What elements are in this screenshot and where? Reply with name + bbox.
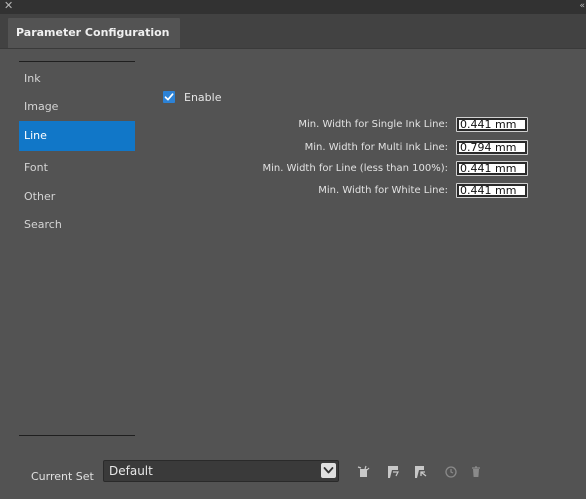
white-line-width-input[interactable]	[456, 182, 528, 198]
panel-titlebar: ✕ «	[0, 0, 586, 14]
new-set-icon[interactable]	[357, 464, 371, 478]
single-ink-line-label: Min. Width for Single Ink Line:	[298, 118, 448, 130]
tab-parameter-configuration[interactable]: Parameter Configuration	[8, 18, 180, 48]
param-row-white-line: Min. Width for White Line:	[318, 182, 528, 198]
sidebar-item-image[interactable]: Image	[19, 92, 135, 122]
reset-set-icon[interactable]	[444, 464, 458, 478]
save-as-set-icon[interactable]	[413, 464, 427, 478]
param-row-single-ink: Min. Width for Single Ink Line:	[298, 116, 528, 132]
sidebar-item-other[interactable]: Other	[19, 182, 135, 212]
white-line-label: Min. Width for White Line:	[318, 184, 448, 196]
sidebar-item-font[interactable]: Font	[19, 153, 135, 183]
current-set-label: Current Set	[31, 470, 94, 483]
sidebar-item-line[interactable]: Line	[19, 121, 135, 151]
single-ink-line-width-input[interactable]	[456, 116, 528, 132]
param-row-line-less-100: Min. Width for Line (less than 100%):	[263, 160, 528, 176]
sidebar-bottom-divider	[19, 435, 135, 436]
collapse-panel-icon[interactable]: «	[579, 0, 584, 12]
line-less-than-100-width-input[interactable]	[456, 160, 528, 176]
enable-checkbox[interactable]	[163, 91, 175, 103]
sidebar-top-divider	[19, 61, 135, 62]
panel-tabstrip: Parameter Configuration	[0, 14, 586, 49]
sidebar-item-ink[interactable]: Ink	[19, 64, 135, 94]
parameter-configuration-window: ✕ « Parameter Configuration Ink Image Li…	[0, 0, 586, 499]
checkmark-icon	[164, 93, 174, 101]
enable-row[interactable]: Enable	[163, 89, 221, 105]
sidebar-item-search[interactable]: Search	[19, 210, 135, 240]
delete-set-icon[interactable]	[469, 464, 483, 478]
close-icon[interactable]: ✕	[4, 0, 13, 12]
current-set-select[interactable]: Default	[103, 460, 339, 482]
save-set-icon[interactable]	[386, 464, 400, 478]
line-less-than-100-label: Min. Width for Line (less than 100%):	[262, 162, 448, 174]
enable-label: Enable	[184, 90, 222, 104]
current-set-value: Default	[109, 464, 153, 478]
param-row-multi-ink: Min. Width for Multi Ink Line:	[305, 139, 528, 155]
multi-ink-line-width-input[interactable]	[456, 139, 528, 155]
chevron-down-icon[interactable]	[321, 463, 336, 478]
multi-ink-line-label: Min. Width for Multi Ink Line:	[304, 141, 448, 153]
